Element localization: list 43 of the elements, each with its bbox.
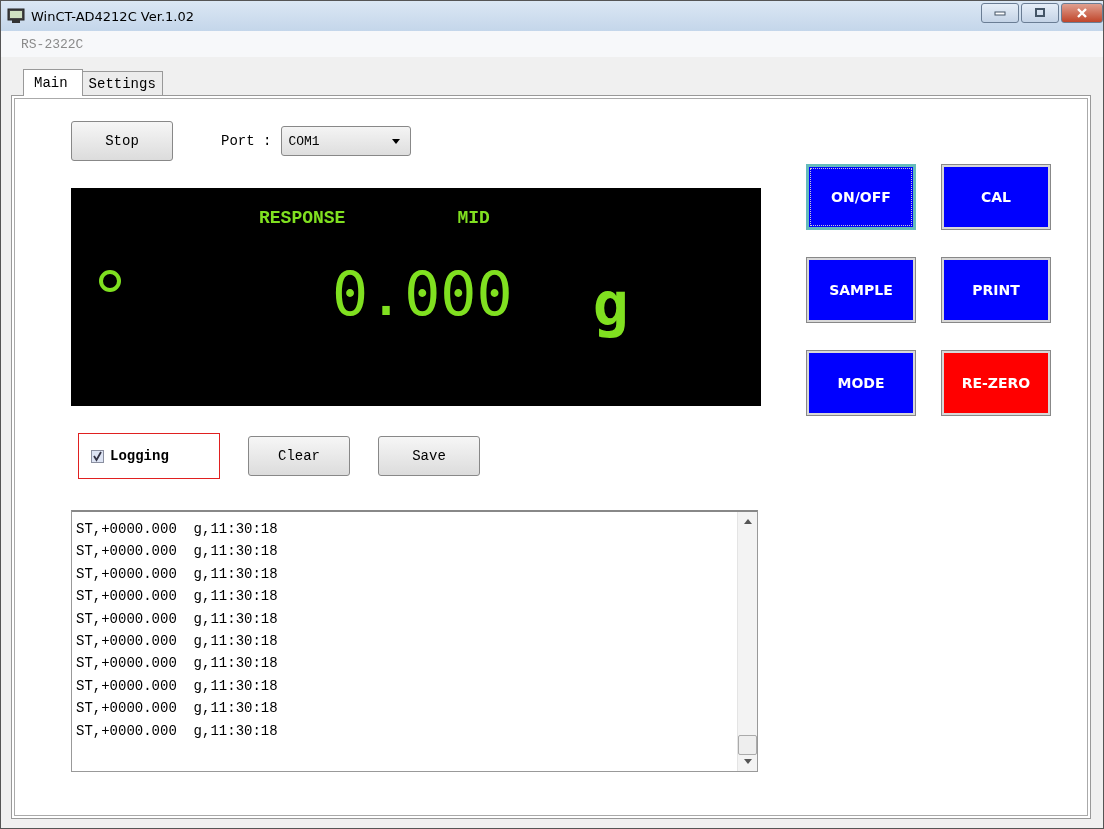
log-button[interactable]: Save xyxy=(378,436,480,476)
monitor-icon xyxy=(7,8,25,24)
stop-button[interactable]: Stop xyxy=(71,121,173,161)
log-line: ST,+0000.000 g,11:30:18 xyxy=(76,676,279,696)
log-line: ST,+0000.000 g,11:30:18 xyxy=(76,542,279,562)
log-line: ST,+0000.000 g,11:30:18 xyxy=(76,721,279,741)
port-label: Port : xyxy=(221,133,272,149)
key-button[interactable]: PRINT xyxy=(941,257,1051,323)
log-line: ST,+0000.000 g,11:30:18 xyxy=(76,520,279,539)
key-button[interactable]: ON/OFF xyxy=(806,164,916,230)
close-button[interactable] xyxy=(1061,3,1103,23)
tab[interactable]: Settings xyxy=(81,71,163,95)
scroll-up-arrow-icon[interactable] xyxy=(743,519,752,524)
scroll-down-arrow-icon[interactable] xyxy=(743,759,752,764)
minimize-icon xyxy=(994,10,1006,16)
response-indicator: RESPONSE xyxy=(259,208,346,230)
maximize-icon xyxy=(1034,8,1046,18)
checkmark-icon xyxy=(92,450,103,462)
key-button[interactable]: RE-ZERO xyxy=(941,350,1051,416)
tab[interactable]: Main xyxy=(23,69,83,96)
weight-unit: g xyxy=(592,272,629,336)
key-button[interactable]: CAL xyxy=(941,164,1051,230)
key-button[interactable]: MODE xyxy=(806,350,916,416)
window-title: WinCT-AD4212C Ver.1.02 xyxy=(31,8,195,24)
logging-checkbox[interactable]: Logging xyxy=(91,448,169,464)
key-button[interactable]: SAMPLE xyxy=(806,257,916,323)
log-line: ST,+0000.000 g,11:30:18 xyxy=(76,699,279,719)
log-line: ST,+0000.000 g,11:30:18 xyxy=(76,632,279,652)
port-dropdown[interactable]: COM1 xyxy=(281,126,412,156)
log-line: ST,+0000.000 g,11:30:18 xyxy=(76,587,279,607)
scroll-bar[interactable] xyxy=(737,512,757,771)
caret-icon xyxy=(392,138,401,144)
minimize-button[interactable] xyxy=(981,3,1019,23)
log-button[interactable]: Clear xyxy=(248,436,350,476)
scroll-thumb[interactable] xyxy=(738,735,757,755)
log-text-area[interactable] xyxy=(71,510,758,772)
log-line: ST,+0000.000 g,11:30:18 xyxy=(76,654,279,674)
maximize-button[interactable] xyxy=(1021,3,1059,23)
log-line: ST,+0000.000 g,11:30:18 xyxy=(76,564,279,584)
mode-indicator: MID xyxy=(457,208,490,230)
weight-value: 0.000 xyxy=(332,262,513,326)
log-line: ST,+0000.000 g,11:30:18 xyxy=(76,609,279,629)
close-icon xyxy=(1076,8,1088,18)
